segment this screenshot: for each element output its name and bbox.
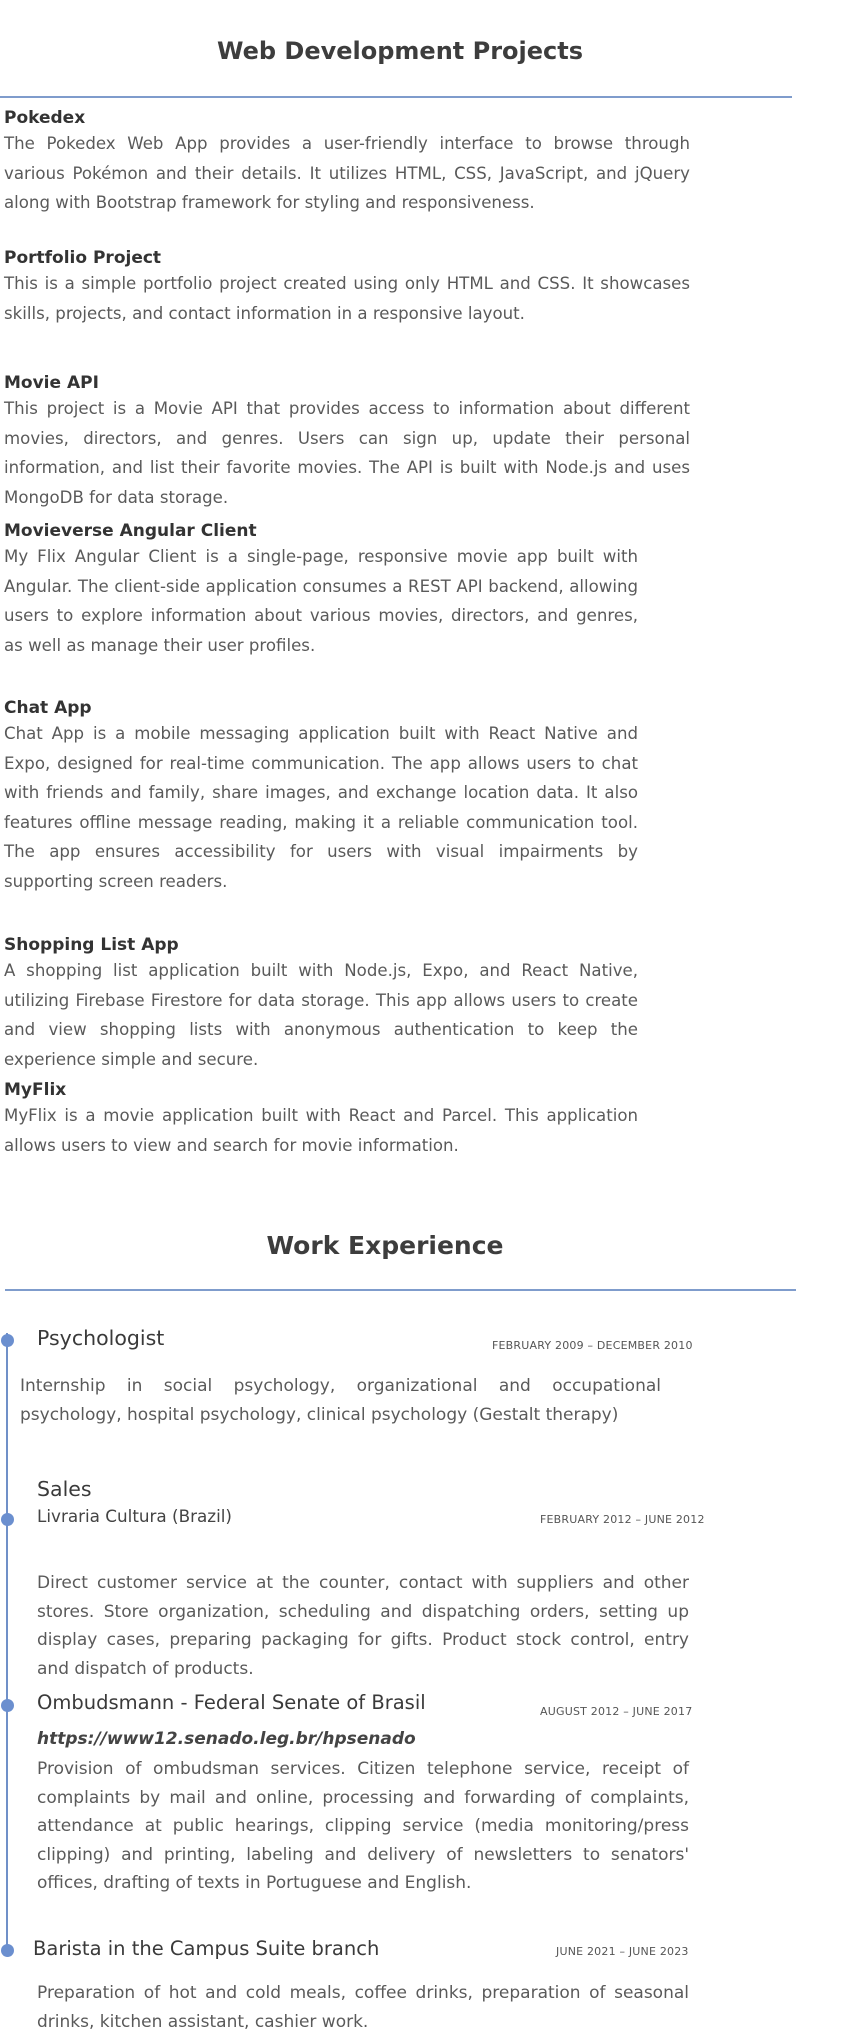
project-title: Movieverse Angular Client (4, 521, 257, 541)
job-title: Barista in the Campus Suite branch (33, 1937, 380, 1960)
project-title: Chat App (4, 698, 92, 718)
project-pokedex: Pokedex The Pokedex Web App provides a u… (4, 107, 690, 218)
work-experience-divider (5, 1289, 796, 1291)
project-title: Portfolio Project (4, 248, 162, 268)
timeline-dot (1, 1699, 14, 1712)
job-dates: FEBRUARY 2009 – DECEMBER 2010 (492, 1339, 693, 1352)
project-description: This is a simple portfolio project creat… (4, 274, 690, 323)
project-title: Shopping List App (4, 935, 179, 955)
job-website-link[interactable]: https://www12.senado.leg.br/hpsenado (37, 1729, 416, 1749)
job-dates: FEBRUARY 2012 – JUNE 2012 (540, 1513, 705, 1526)
project-description: A shopping list application built with N… (4, 961, 638, 1069)
project-movie-api: Movie API This project is a Movie API th… (4, 372, 690, 512)
project-title: Movie API (4, 373, 99, 393)
project-myflix: MyFlix MyFlix is a movie application bui… (4, 1079, 638, 1160)
job-description: Provision of ombudsman services. Citizen… (37, 1759, 689, 1893)
job-description: Internship in social psychology, organiz… (20, 1376, 661, 1425)
work-experience-heading: Work Experience (266, 1231, 504, 1260)
project-description: Chat App is a mobile messaging applicati… (4, 724, 638, 891)
project-shopping-list: Shopping List App A shopping list applic… (4, 934, 638, 1074)
job-dates: AUGUST 2012 – JUNE 2017 (540, 1705, 693, 1718)
job-dates: JUNE 2021 – JUNE 2023 (556, 1945, 689, 1958)
project-movieverse-angular: Movieverse Angular Client My Flix Angula… (4, 520, 638, 660)
timeline-dot (1, 1334, 14, 1347)
timeline-line (6, 1333, 8, 1952)
job-description: Direct customer service at the counter, … (37, 1573, 689, 1679)
project-title: Pokedex (4, 108, 86, 128)
timeline-dot (1, 1513, 14, 1526)
job-title: Sales (37, 1477, 92, 1501)
web-projects-heading: Web Development Projects (216, 37, 584, 65)
timeline-dot (1, 1944, 14, 1957)
project-description: My Flix Angular Client is a single-page,… (4, 547, 638, 655)
job-title: Ombudsmann - Federal Senate of Brasil (37, 1691, 426, 1714)
project-description: MyFlix is a movie application built with… (4, 1106, 638, 1155)
job-title: Psychologist (37, 1326, 165, 1350)
job-company: Livraria Cultura (Brazil) (37, 1506, 232, 1526)
web-projects-divider (0, 96, 792, 98)
project-description: The Pokedex Web App provides a user-frie… (4, 134, 690, 212)
project-title: MyFlix (4, 1080, 67, 1100)
project-description: This project is a Movie API that provide… (4, 399, 690, 507)
project-portfolio: Portfolio Project This is a simple portf… (4, 247, 690, 328)
project-chat-app: Chat App Chat App is a mobile messaging … (4, 697, 638, 896)
job-description: Preparation of hot and cold meals, coffe… (37, 1983, 689, 2032)
